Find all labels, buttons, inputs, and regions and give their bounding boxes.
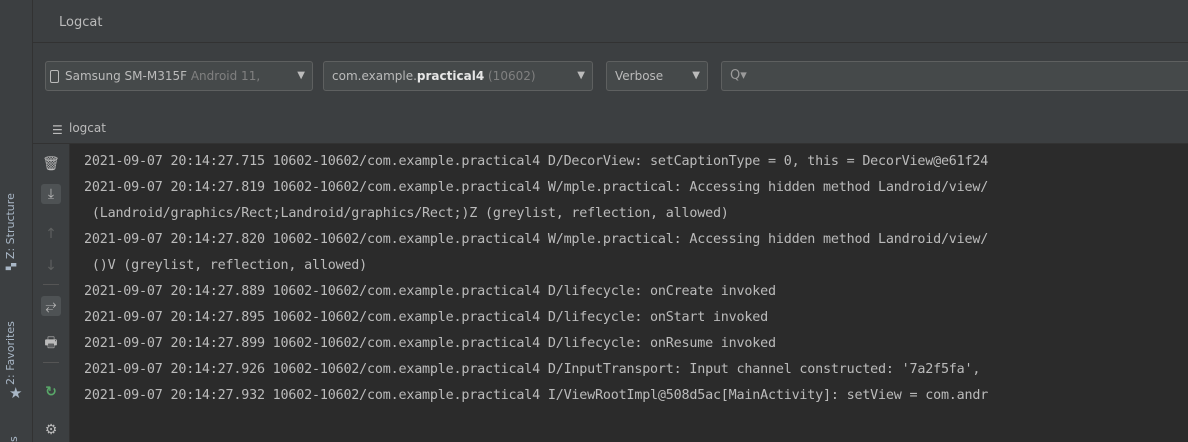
log-line: 2021-09-07 20:14:27.819 10602-10602/com.… — [84, 180, 989, 195]
chevron-down-icon: ▼ — [692, 70, 700, 81]
soft-wrap-icon[interactable]: ⥂ — [41, 296, 61, 316]
print-icon[interactable]: 🖶 — [41, 334, 61, 354]
chevron-down-icon: ▼ — [297, 70, 305, 81]
device-os: Android 11, — [190, 69, 261, 83]
up-arrow-icon[interactable]: ↑ — [41, 224, 61, 244]
logcat-panel-header: Logcat — [33, 0, 1188, 43]
log-line: (Landroid/graphics/Rect;Landroid/graphic… — [84, 206, 729, 221]
structure-icon: ▚ — [7, 263, 17, 270]
side-tool-strip: ▚ Z: Structure 2: Favorites ★ s — [0, 0, 33, 442]
settings-gear-icon[interactable]: ⚙ — [41, 420, 61, 440]
logcat-tab-label[interactable]: logcat — [69, 121, 106, 135]
log-level-dropdown[interactable]: Verbose ▼ — [606, 61, 708, 91]
toolbar-divider — [43, 362, 59, 363]
log-level-value: Verbose — [615, 69, 664, 83]
structure-tab-label: Z: Structure — [4, 193, 17, 260]
log-actions-toolbar: 🗑 ⤓ ↑ ↓ ⥂ 🖶 ↻ ⚙ — [33, 144, 70, 442]
restart-icon[interactable]: ↻ — [41, 382, 61, 402]
log-output[interactable]: 2021-09-07 20:14:27.715 10602-10602/com.… — [70, 144, 1188, 442]
phone-icon — [50, 69, 59, 83]
search-icon: Q▾ — [730, 68, 747, 83]
structure-tab[interactable]: ▚ Z: Structure — [4, 193, 17, 270]
log-line: 2021-09-07 20:14:27.715 10602-10602/com.… — [84, 154, 989, 169]
log-line: 2021-09-07 20:14:27.926 10602-10602/com.… — [84, 362, 981, 377]
side-tab-letter: s — [7, 436, 20, 442]
search-input[interactable]: Q▾ — [721, 61, 1188, 91]
device-dropdown[interactable]: Samsung SM-M315F Android 11, ▼ — [45, 61, 313, 91]
log-line: ()V (greylist, reflection, allowed) — [84, 258, 368, 273]
log-line: 2021-09-07 20:14:27.820 10602-10602/com.… — [84, 232, 989, 247]
log-line: 2021-09-07 20:14:27.889 10602-10602/com.… — [84, 284, 776, 299]
log-line: 2021-09-07 20:14:27.895 10602-10602/com.… — [84, 310, 768, 325]
favorites-tab-label: 2: Favorites — [4, 321, 17, 385]
scroll-to-end-icon[interactable]: ⤓ — [41, 184, 61, 204]
chevron-down-icon: ▼ — [577, 70, 585, 81]
favorites-tab[interactable]: 2: Favorites — [4, 321, 17, 385]
process-pid: (10602) — [488, 69, 536, 83]
logcat-subheader: ☰ logcat — [33, 113, 1188, 144]
down-arrow-icon[interactable]: ↓ — [41, 256, 61, 276]
panel-title: Logcat — [59, 15, 103, 30]
process-prefix: com.example. — [332, 69, 417, 83]
log-line: 2021-09-07 20:14:27.932 10602-10602/com.… — [84, 388, 989, 403]
favorites-star-icon: ★ — [9, 384, 23, 402]
log-line: 2021-09-07 20:14:27.899 10602-10602/com.… — [84, 336, 776, 351]
toolbar-divider — [43, 284, 59, 285]
logcat-toolbar: Samsung SM-M315F Android 11, ▼ com.examp… — [33, 43, 1188, 113]
process-dropdown[interactable]: com.example.practical4 (10602) ▼ — [323, 61, 593, 91]
device-name: Samsung SM-M315F — [65, 69, 188, 83]
process-app: practical4 — [416, 69, 485, 83]
logcat-tab-icon: ☰ — [52, 123, 63, 137]
clear-log-trash-icon[interactable]: 🗑 — [41, 154, 61, 174]
